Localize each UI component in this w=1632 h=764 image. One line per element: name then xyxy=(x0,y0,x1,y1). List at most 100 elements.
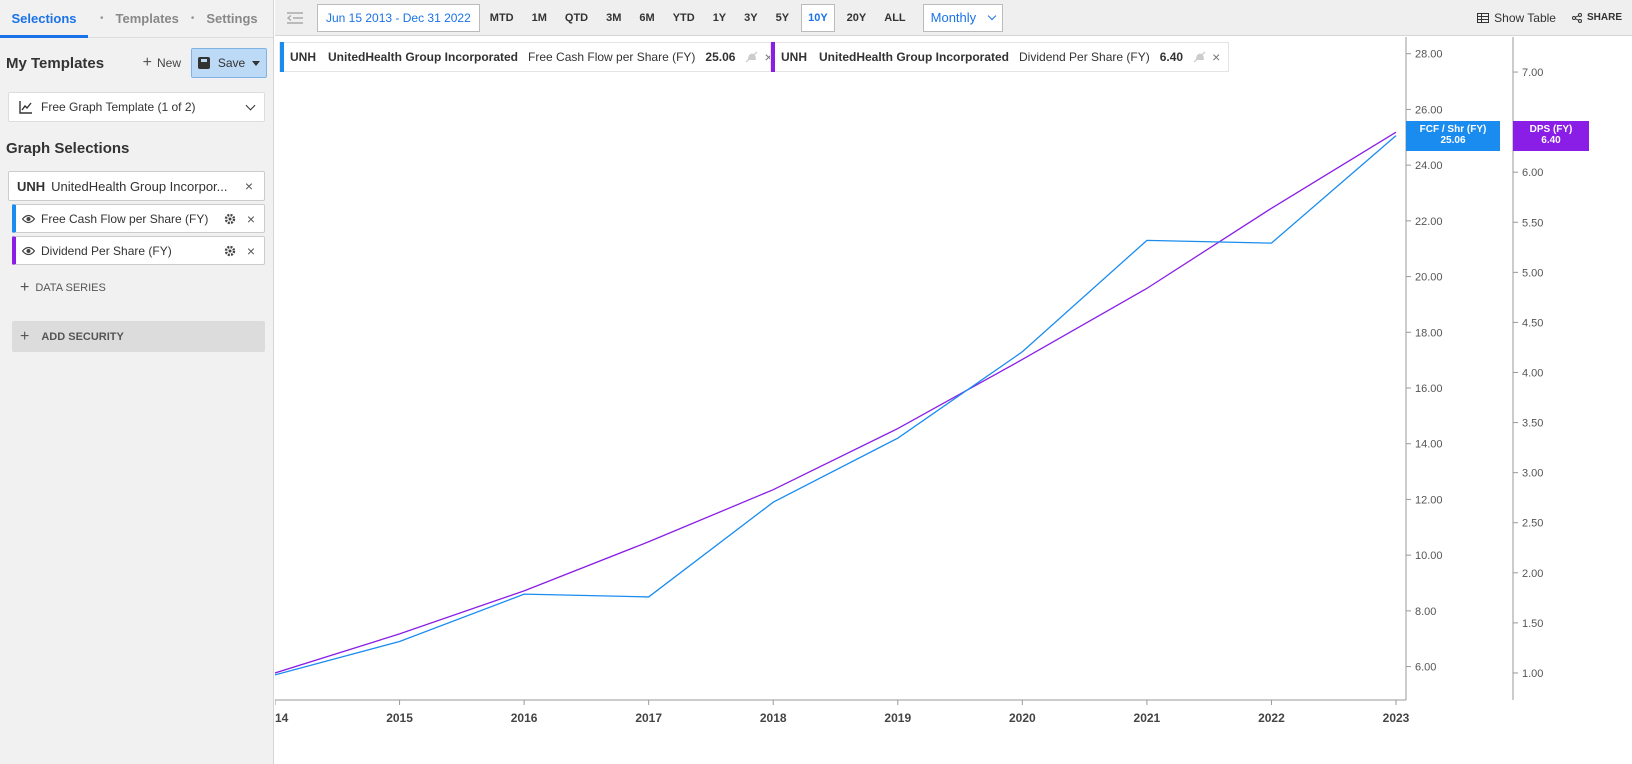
chevron-down-icon xyxy=(987,11,996,20)
right-axis-tick-label: 3.00 xyxy=(1522,468,1543,480)
period-3m[interactable]: 3M xyxy=(606,12,621,24)
share-button[interactable]: SHARE xyxy=(1571,12,1622,23)
eye-icon[interactable] xyxy=(22,246,35,256)
fcf-badge-label: FCF / Shr (FY) xyxy=(1419,123,1487,135)
period-ytd[interactable]: YTD xyxy=(673,12,695,24)
template-select[interactable]: Free Graph Template (1 of 2) xyxy=(8,92,265,122)
period-all[interactable]: ALL xyxy=(884,12,905,24)
dps-badge-label: DPS (FY) xyxy=(1529,123,1573,135)
x-axis-tick-label: 14 xyxy=(275,711,289,725)
close-icon[interactable]: × xyxy=(1212,49,1220,65)
alert-bell-icon[interactable] xyxy=(1193,51,1206,63)
left-axis-tick-label: 10.00 xyxy=(1415,550,1443,562)
left-axis-tick-label: 24.00 xyxy=(1415,160,1443,172)
save-button[interactable]: Save xyxy=(191,48,267,78)
right-axis-tick-label: 1.00 xyxy=(1522,668,1543,680)
gear-icon[interactable] xyxy=(224,213,236,225)
left-axis-tick-label: 8.00 xyxy=(1415,606,1436,618)
legend-ticker: UNH xyxy=(781,50,807,64)
legend-ticker: UNH xyxy=(290,50,316,64)
new-template-button[interactable]: + New xyxy=(143,54,181,72)
left-axis-tick-label: 28.00 xyxy=(1415,49,1443,61)
template-select-label: Free Graph Template (1 of 2) xyxy=(41,100,196,114)
period-1y[interactable]: 1Y xyxy=(713,12,726,24)
graph-selections-title: Graph Selections xyxy=(6,140,130,157)
legend-company: UnitedHealth Group Incorporated xyxy=(328,50,519,64)
share-icon xyxy=(1571,12,1582,23)
legend-item-fcf: UNH UnitedHealth Group Incorporated Free… xyxy=(279,42,782,72)
tab-settings[interactable]: Settings xyxy=(206,0,257,38)
add-data-series-button[interactable]: + DATA SERIES xyxy=(20,279,273,297)
tab-selections[interactable]: Selections xyxy=(0,0,88,38)
x-axis-tick-label: 2018 xyxy=(760,711,787,725)
right-axis-tick-label: 5.50 xyxy=(1522,217,1543,229)
security-name: UnitedHealth Group Incorpor... xyxy=(51,178,228,194)
tab-templates[interactable]: Templates xyxy=(116,0,179,38)
right-axis-tick-label: 3.50 xyxy=(1522,418,1543,430)
new-label: New xyxy=(156,56,181,70)
right-axis-tick-label: 2.50 xyxy=(1522,518,1543,530)
period-1m[interactable]: 1M xyxy=(532,12,547,24)
toolbar-right: Show Table SHARE xyxy=(1477,11,1622,25)
chevron-down-icon xyxy=(245,100,256,110)
left-axis-tick-label: 22.00 xyxy=(1415,216,1443,228)
sidebar: Selections • Templates • Settings My Tem… xyxy=(0,0,274,764)
alert-bell-icon[interactable] xyxy=(745,51,758,63)
right-axis-tick-label: 1.50 xyxy=(1522,618,1543,630)
chart-toolbar: Jun 15 2013 - Dec 31 2022 MTD 1M QTD 3M … xyxy=(275,0,1632,36)
chart-area: 6.00 8.00 10.00 12.00 14.00 16.00 18.00 20.00 22… xyxy=(275,37,1632,764)
sidebar-tabs: Selections • Templates • Settings xyxy=(0,0,273,38)
gear-icon[interactable] xyxy=(224,245,236,257)
right-axis-tick-label: 2.00 xyxy=(1522,568,1543,580)
close-icon[interactable]: × xyxy=(244,244,258,258)
period-10y[interactable]: 10Y xyxy=(801,3,835,32)
series-row-fcf[interactable]: Free Cash Flow per Share (FY) × xyxy=(12,204,265,233)
right-axis-tick-label: 7.00 xyxy=(1522,67,1543,79)
series-label: Free Cash Flow per Share (FY) xyxy=(41,211,209,226)
right-axis-tick-label: 4.00 xyxy=(1522,368,1543,380)
legend-metric: Dividend Per Share (FY) xyxy=(1019,50,1150,64)
period-5y[interactable]: 5Y xyxy=(776,12,789,24)
left-axis-tick-label: 20.00 xyxy=(1415,272,1443,284)
eye-icon[interactable] xyxy=(22,214,35,224)
show-table-label: Show Table xyxy=(1494,10,1556,25)
save-disk-icon xyxy=(197,57,210,69)
left-axis-tick-label: 18.00 xyxy=(1415,327,1443,339)
legend-value: 6.40 xyxy=(1159,50,1184,64)
collapse-sidebar-icon[interactable] xyxy=(285,10,305,26)
period-6m[interactable]: 6M xyxy=(639,12,654,24)
close-icon[interactable]: × xyxy=(242,179,256,193)
show-table-button[interactable]: Show Table xyxy=(1477,11,1556,25)
x-axis-tick-label: 2023 xyxy=(1383,711,1410,725)
legend-metric: Free Cash Flow per Share (FY) xyxy=(528,50,696,64)
left-axis-tick-label: 16.00 xyxy=(1415,383,1443,395)
series-label: Dividend Per Share (FY) xyxy=(41,243,172,258)
x-axis-tick-label: 2020 xyxy=(1009,711,1036,725)
period-20y[interactable]: 20Y xyxy=(847,12,867,24)
security-selection[interactable]: UNH UnitedHealth Group Incorpor... × xyxy=(8,171,265,201)
plus-icon: + xyxy=(20,327,30,345)
add-security-button[interactable]: + ADD SECURITY xyxy=(12,321,265,352)
right-axis-tick-label: 4.50 xyxy=(1522,317,1543,329)
fcf-value-badge: FCF / Shr (FY) 25.06 xyxy=(1406,120,1500,151)
frequency-label: Monthly xyxy=(930,10,977,25)
period-mtd[interactable]: MTD xyxy=(490,12,514,24)
share-label: SHARE xyxy=(1586,12,1622,23)
right-axis-tick-label: 6.00 xyxy=(1522,167,1543,179)
series-row-dps[interactable]: Dividend Per Share (FY) × xyxy=(12,236,265,265)
left-axis-tick-label: 12.00 xyxy=(1415,494,1443,506)
period-qtd[interactable]: QTD xyxy=(565,12,588,24)
period-3y[interactable]: 3Y xyxy=(744,12,757,24)
table-icon xyxy=(1477,12,1490,23)
save-label: Save xyxy=(217,56,246,70)
right-axis-tick-label: 5.00 xyxy=(1522,267,1543,279)
close-icon[interactable]: × xyxy=(244,212,258,226)
caret-down-icon xyxy=(252,60,261,66)
frequency-select[interactable]: Monthly xyxy=(922,3,1003,32)
dps-series-line xyxy=(275,131,1397,674)
legend-company: UnitedHealth Group Incorporated xyxy=(819,50,1010,64)
add-security-label: ADD SECURITY xyxy=(41,330,124,343)
x-axis-tick-label: 2019 xyxy=(884,711,911,725)
left-axis-tick-label: 6.00 xyxy=(1415,662,1436,674)
date-range-picker[interactable]: Jun 15 2013 - Dec 31 2022 xyxy=(317,3,480,32)
